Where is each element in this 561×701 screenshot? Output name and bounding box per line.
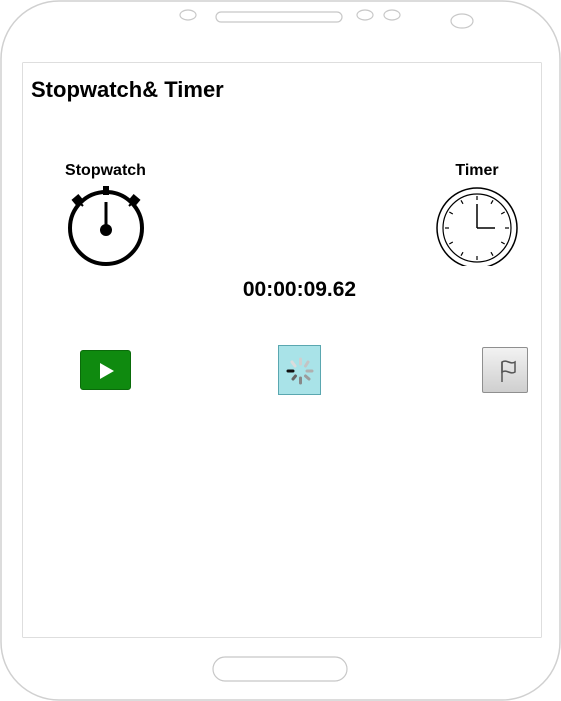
stopwatch-label: Stopwatch [65,162,146,179]
app-screen: Stopwatch& Timer Stopwatch Timer 00:00:0… [23,63,541,637]
timer-mode-button[interactable]: Timer [427,162,527,266]
phone-camera [450,13,474,29]
reset-button[interactable] [278,345,321,395]
timer-label: Timer [455,162,499,179]
spinner-icon [286,357,314,385]
clock-icon [436,187,518,266]
proximity-sensor [356,9,374,21]
elapsed-time-display: 00:00:09.62 [242,278,357,301]
play-icon [100,363,114,379]
flag-icon [501,360,516,382]
start-button[interactable] [80,350,131,390]
phone-device: Stopwatch& Timer Stopwatch Timer 00:00:0… [0,0,561,701]
home-button[interactable] [212,656,348,682]
front-camera [179,9,197,21]
light-sensor [383,9,401,21]
stopwatch-mode-button[interactable]: Stopwatch [53,162,158,266]
earpiece-speaker [215,11,343,23]
lap-button[interactable] [482,347,528,393]
stopwatch-icon [67,186,144,266]
app-title: Stopwatch& Timer [31,77,224,102]
